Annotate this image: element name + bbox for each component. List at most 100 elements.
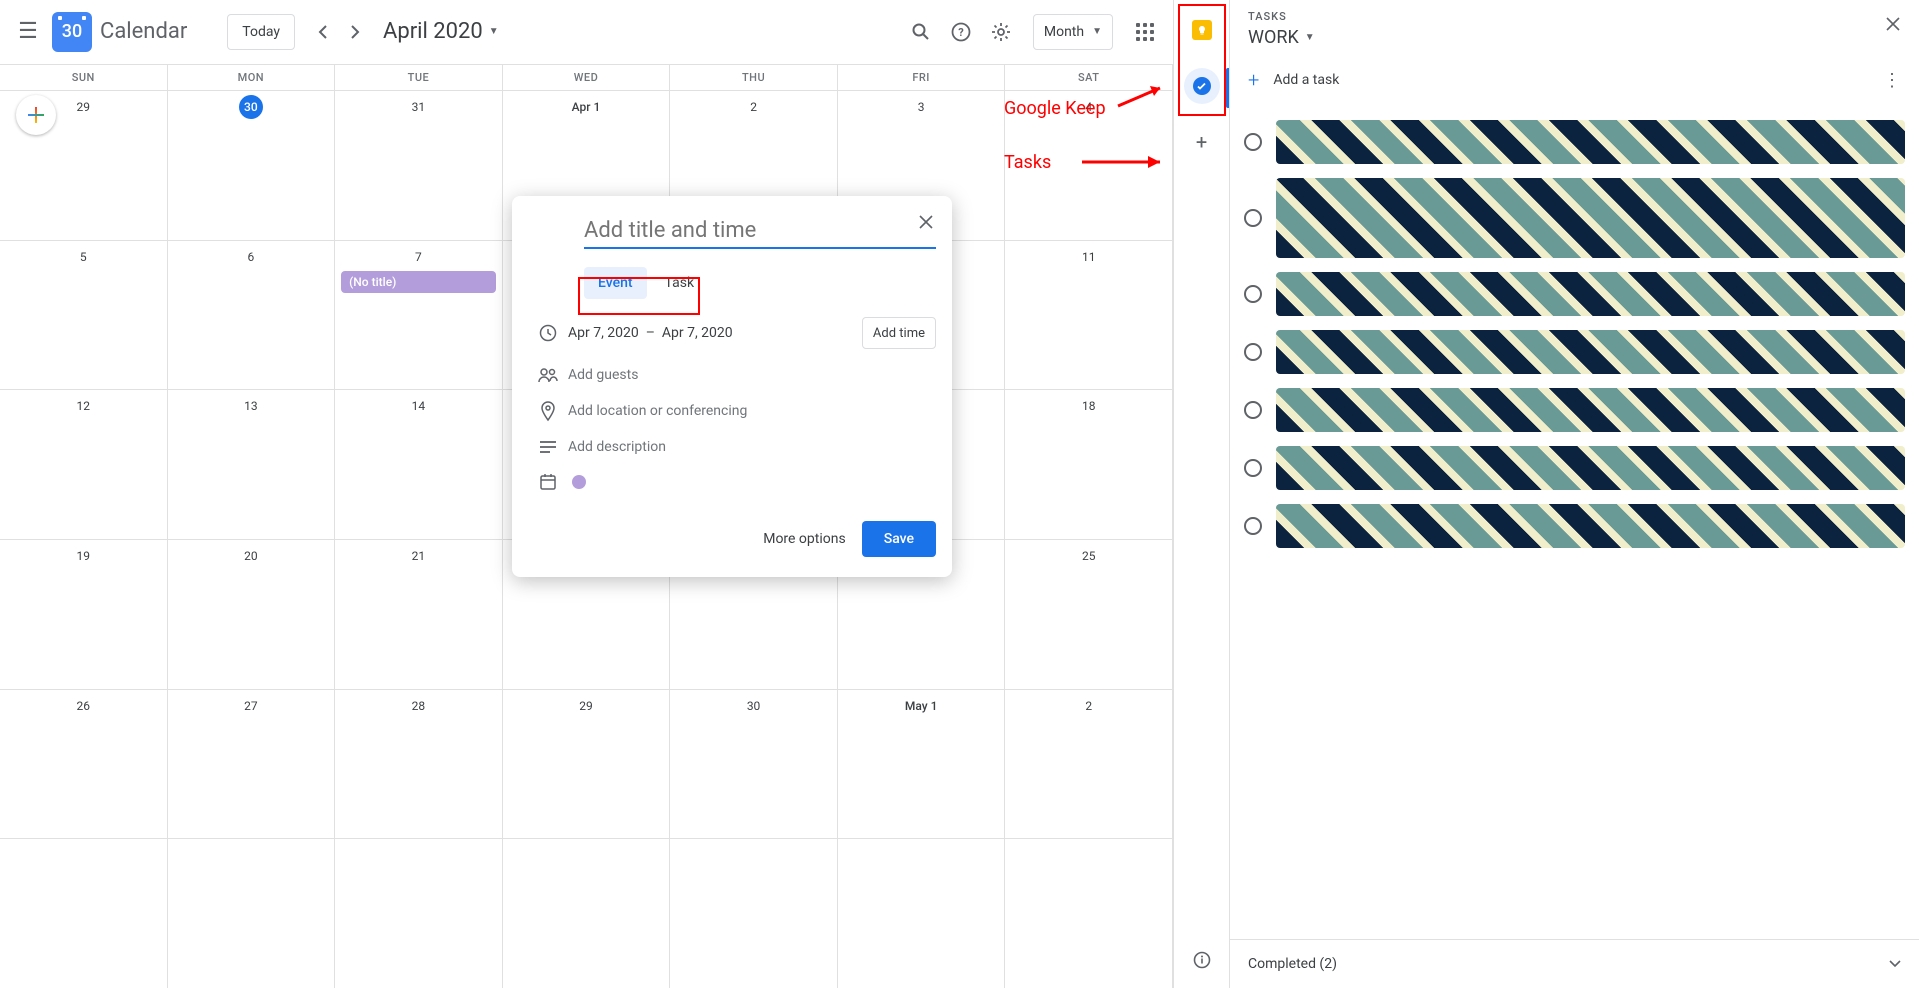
day-header-cell: TUE bbox=[335, 65, 503, 90]
search-button[interactable] bbox=[901, 12, 941, 52]
view-selector[interactable]: Month ▼ bbox=[1033, 14, 1113, 50]
calendar-cell[interactable] bbox=[503, 839, 671, 988]
side-rail: + bbox=[1173, 0, 1229, 988]
calendar-color-dot[interactable] bbox=[572, 475, 586, 489]
day-header-cell: WED bbox=[503, 65, 671, 90]
prev-month-button[interactable] bbox=[307, 16, 339, 48]
today-button[interactable]: Today bbox=[227, 14, 295, 50]
task-checkbox[interactable] bbox=[1244, 343, 1262, 361]
task-item[interactable] bbox=[1244, 120, 1905, 164]
calendar-cell[interactable]: 27 bbox=[168, 690, 336, 839]
add-time-button[interactable]: Add time bbox=[862, 317, 936, 349]
tasks-label: TASKS bbox=[1248, 10, 1901, 23]
day-header-cell: FRI bbox=[838, 65, 1006, 90]
task-item[interactable] bbox=[1244, 504, 1905, 548]
calendar-cell[interactable]: 19 bbox=[0, 540, 168, 689]
task-item[interactable] bbox=[1244, 330, 1905, 374]
calendar-cell[interactable]: 30 bbox=[168, 91, 336, 240]
add-location-button[interactable]: Add location or conferencing bbox=[568, 403, 747, 419]
calendar-cell[interactable] bbox=[1005, 839, 1173, 988]
calendar-cell[interactable] bbox=[168, 839, 336, 988]
task-item[interactable] bbox=[1244, 178, 1905, 258]
calendar-cell[interactable]: 29 bbox=[0, 91, 168, 240]
menu-button[interactable]: ☰ bbox=[8, 12, 48, 52]
task-checkbox[interactable] bbox=[1244, 517, 1262, 535]
calendar-icon bbox=[528, 473, 568, 491]
people-icon bbox=[528, 367, 568, 383]
close-tasks-button[interactable] bbox=[1877, 8, 1909, 40]
help-button[interactable]: ? bbox=[941, 12, 981, 52]
caret-down-icon: ▼ bbox=[489, 26, 499, 37]
calendar-cell[interactable]: 20 bbox=[168, 540, 336, 689]
date-range[interactable]: Apr 7, 2020 – Apr 7, 2020 bbox=[568, 325, 733, 341]
caret-down-icon: ▼ bbox=[1305, 32, 1315, 43]
calendar-cell[interactable]: 30 bbox=[670, 690, 838, 839]
calendar-cell[interactable]: 18 bbox=[1005, 390, 1173, 539]
calendar-cell[interactable]: 5 bbox=[0, 241, 168, 390]
tasks-menu-button[interactable]: ⋮ bbox=[1883, 70, 1901, 91]
save-button[interactable]: Save bbox=[862, 521, 936, 557]
task-checkbox[interactable] bbox=[1244, 401, 1262, 419]
next-month-button[interactable] bbox=[339, 16, 371, 48]
task-checkbox[interactable] bbox=[1244, 285, 1262, 303]
tab-task[interactable]: Task bbox=[651, 267, 709, 299]
chevron-down-icon bbox=[1889, 958, 1901, 970]
task-checkbox[interactable] bbox=[1244, 209, 1262, 227]
location-icon bbox=[528, 401, 568, 421]
task-item[interactable] bbox=[1244, 446, 1905, 490]
month-label[interactable]: April 2020 ▼ bbox=[383, 19, 499, 44]
event-bar[interactable]: (No title) bbox=[341, 271, 496, 293]
day-header-cell: MON bbox=[168, 65, 336, 90]
tasks-list-selector[interactable]: WORK ▼ bbox=[1248, 27, 1901, 48]
task-item[interactable] bbox=[1244, 272, 1905, 316]
task-checkbox[interactable] bbox=[1244, 133, 1262, 151]
caret-down-icon: ▼ bbox=[1092, 26, 1102, 37]
calendar-cell[interactable]: 25 bbox=[1005, 540, 1173, 689]
title-input[interactable] bbox=[584, 212, 936, 249]
calendar-cell[interactable]: 12 bbox=[0, 390, 168, 539]
create-fab[interactable] bbox=[16, 95, 56, 135]
header: ☰ 30 Calendar Today April 2020 ▼ ? bbox=[0, 0, 1173, 64]
calendar-cell[interactable]: May 1 bbox=[838, 690, 1006, 839]
task-thumbnail bbox=[1276, 504, 1905, 548]
add-description-button[interactable]: Add description bbox=[568, 439, 666, 455]
close-button[interactable] bbox=[910, 206, 942, 238]
day-header-cell: THU bbox=[670, 65, 838, 90]
description-icon bbox=[528, 440, 568, 454]
settings-button[interactable] bbox=[981, 12, 1021, 52]
calendar-cell[interactable]: 7(No title) bbox=[335, 241, 503, 390]
calendar-cell[interactable] bbox=[335, 839, 503, 988]
tab-event[interactable]: Event bbox=[584, 267, 647, 299]
calendar-cell[interactable]: 28 bbox=[335, 690, 503, 839]
active-indicator bbox=[1226, 68, 1229, 108]
calendar-cell[interactable]: 21 bbox=[335, 540, 503, 689]
more-options-button[interactable]: More options bbox=[763, 531, 846, 547]
task-thumbnail bbox=[1276, 388, 1905, 432]
calendar-cell[interactable]: 14 bbox=[335, 390, 503, 539]
task-item[interactable] bbox=[1244, 388, 1905, 432]
app-name: Calendar bbox=[100, 19, 187, 44]
calendar-cell[interactable]: 11 bbox=[1005, 241, 1173, 390]
calendar-cell[interactable] bbox=[838, 839, 1006, 988]
apps-icon bbox=[1136, 23, 1154, 41]
calendar-logo: 30 bbox=[52, 12, 92, 52]
calendar-cell[interactable]: 13 bbox=[168, 390, 336, 539]
calendar-cell[interactable]: 6 bbox=[168, 241, 336, 390]
add-addon-button[interactable]: + bbox=[1184, 124, 1220, 160]
apps-button[interactable] bbox=[1125, 12, 1165, 52]
completed-section[interactable]: Completed (2) bbox=[1230, 939, 1919, 988]
task-thumbnail bbox=[1276, 446, 1905, 490]
plus-icon: + bbox=[1248, 68, 1259, 92]
calendar-cell[interactable] bbox=[0, 839, 168, 988]
calendar-cell[interactable] bbox=[670, 839, 838, 988]
calendar-cell[interactable]: 31 bbox=[335, 91, 503, 240]
add-guests-button[interactable]: Add guests bbox=[568, 367, 638, 383]
calendar-cell[interactable]: 29 bbox=[503, 690, 671, 839]
task-checkbox[interactable] bbox=[1244, 459, 1262, 477]
info-button[interactable] bbox=[1184, 942, 1220, 978]
event-popover: Event Task Apr 7, 2020 – Apr 7, 2020 Add… bbox=[512, 196, 952, 577]
calendar-cell[interactable]: 26 bbox=[0, 690, 168, 839]
add-task-button[interactable]: + Add a task ⋮ bbox=[1230, 54, 1919, 106]
calendar-cell[interactable]: 2 bbox=[1005, 690, 1173, 839]
calendar-cell[interactable]: 4 bbox=[1005, 91, 1173, 240]
